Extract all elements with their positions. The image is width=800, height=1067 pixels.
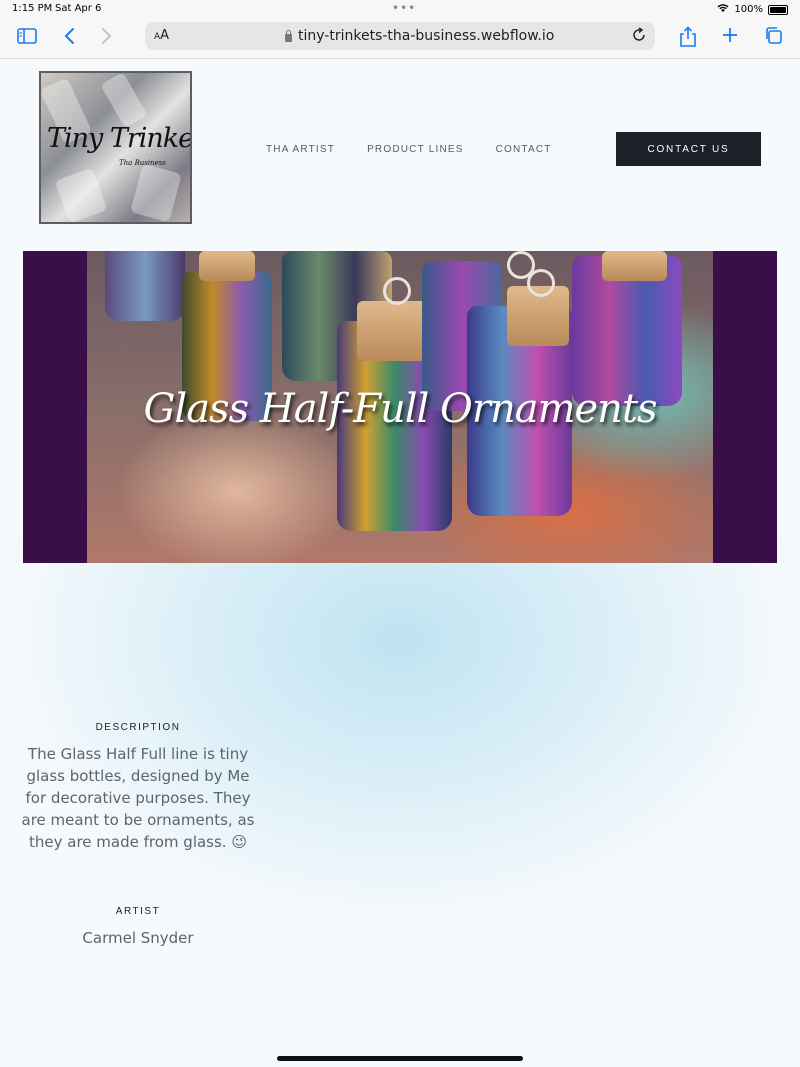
artist-label: ARTIST: [115, 906, 161, 917]
nav-link-product-lines[interactable]: PRODUCT LINES: [367, 144, 464, 155]
logo-subtitle: Tha Business: [119, 159, 166, 167]
description-text: The Glass Half Full line is tiny glass b…: [21, 745, 255, 851]
text-size-button[interactable]: AAAA: [154, 28, 169, 43]
wifi-icon: [717, 3, 729, 16]
tabs-icon[interactable]: [764, 26, 783, 45]
share-icon[interactable]: [679, 26, 697, 48]
description-label: DESCRIPTION: [95, 722, 181, 733]
browser-toolbar: AAAA tiny-trinkets-tha-business.webflow.…: [0, 18, 800, 59]
battery-percent: 100%: [734, 4, 763, 15]
home-indicator[interactable]: [277, 1056, 523, 1061]
status-right: 100%: [717, 3, 788, 16]
battery-icon: [768, 4, 788, 15]
main-nav: THA ARTIST PRODUCT LINES CONTACT: [266, 144, 552, 155]
hero-headline: Glass Half-Full Ornaments: [143, 386, 657, 432]
url-display[interactable]: tiny-trinkets-tha-business.webflow.io: [285, 28, 554, 44]
nav-link-contact[interactable]: CONTACT: [496, 144, 552, 155]
url-text: tiny-trinkets-tha-business.webflow.io: [298, 28, 555, 44]
status-bar: 1:15 PM Sat Apr 6 ••• 100%: [0, 0, 800, 18]
nav-link-artist[interactable]: THA ARTIST: [266, 144, 335, 155]
sidebar-icon[interactable]: [17, 28, 37, 44]
contact-us-button[interactable]: CONTACT US: [616, 132, 761, 166]
reload-icon[interactable]: [631, 27, 647, 47]
logo-title: Tiny Trinkets: [47, 123, 192, 154]
status-time: 1:15 PM: [12, 3, 53, 14]
forward-icon[interactable]: [101, 27, 113, 45]
address-bar[interactable]: AAAA tiny-trinkets-tha-business.webflow.…: [145, 22, 655, 50]
site-logo[interactable]: Tiny Trinkets Tha Business: [39, 71, 192, 224]
hero-banner: Glass Half-Full Ornaments: [23, 251, 777, 563]
multitasking-dots-icon[interactable]: •••: [392, 1, 416, 15]
new-tab-icon[interactable]: [722, 27, 738, 43]
lock-icon: [285, 29, 292, 42]
back-icon[interactable]: [63, 27, 75, 45]
status-date: Sat Apr 6: [55, 3, 102, 14]
artist-name: Carmel Snyder: [82, 929, 194, 947]
